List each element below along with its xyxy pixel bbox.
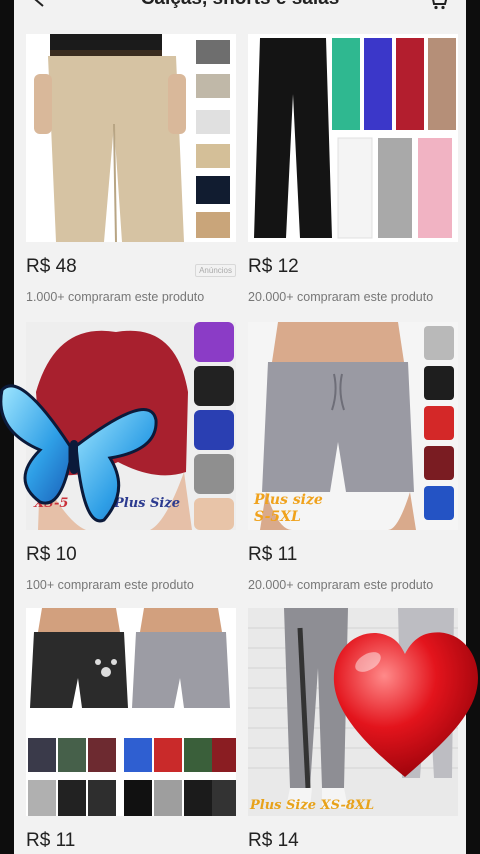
product-image-paw-print-shorts[interactable] (26, 608, 236, 816)
sold-count: 20.000+ compraram este produto (248, 290, 434, 304)
sold-count: 20.000+ compraram este produto (248, 578, 434, 592)
ad-badge: Anúncios (195, 264, 236, 277)
butterfly-sticker-icon (0, 384, 158, 523)
sold-count: 1.000+ compraram este produto (26, 290, 205, 304)
product-image-grey-lounge-shorts[interactable]: Plus size S-5XL (248, 322, 458, 530)
product-image-wide-leg-pants[interactable] (248, 34, 458, 242)
product-price: R$ 12 (248, 256, 299, 277)
product-card[interactable]: Plus size S-5XL R$ 11 20.000+ compraram … (248, 322, 458, 602)
size-overlay: Plus size S-5XL (254, 492, 323, 525)
product-price: R$ 14 (248, 830, 299, 851)
size-overlay: Plus Size XS-8XL (250, 798, 375, 813)
product-price: R$ 48 (26, 256, 77, 277)
back-arrow-icon[interactable] (32, 0, 48, 8)
product-price: R$ 10 (26, 544, 77, 565)
top-bar: Calças, shorts e saias (14, 0, 466, 14)
page-title: Calças, shorts e saias (141, 0, 340, 10)
sold-count: 100+ compraram este produto (26, 578, 194, 592)
heart-sticker-icon (333, 632, 478, 777)
shopping-cart-icon[interactable] (428, 0, 448, 10)
product-card[interactable]: R$ 48 Anúncios 1.000+ compraram este pro… (26, 34, 236, 314)
product-card[interactable]: R$ 11 (26, 608, 236, 854)
product-price: R$ 11 (26, 830, 76, 851)
product-image-khaki-pants[interactable] (26, 34, 236, 242)
product-price: R$ 11 (248, 544, 298, 565)
product-card[interactable]: R$ 12 20.000+ compraram este produto (248, 34, 458, 314)
